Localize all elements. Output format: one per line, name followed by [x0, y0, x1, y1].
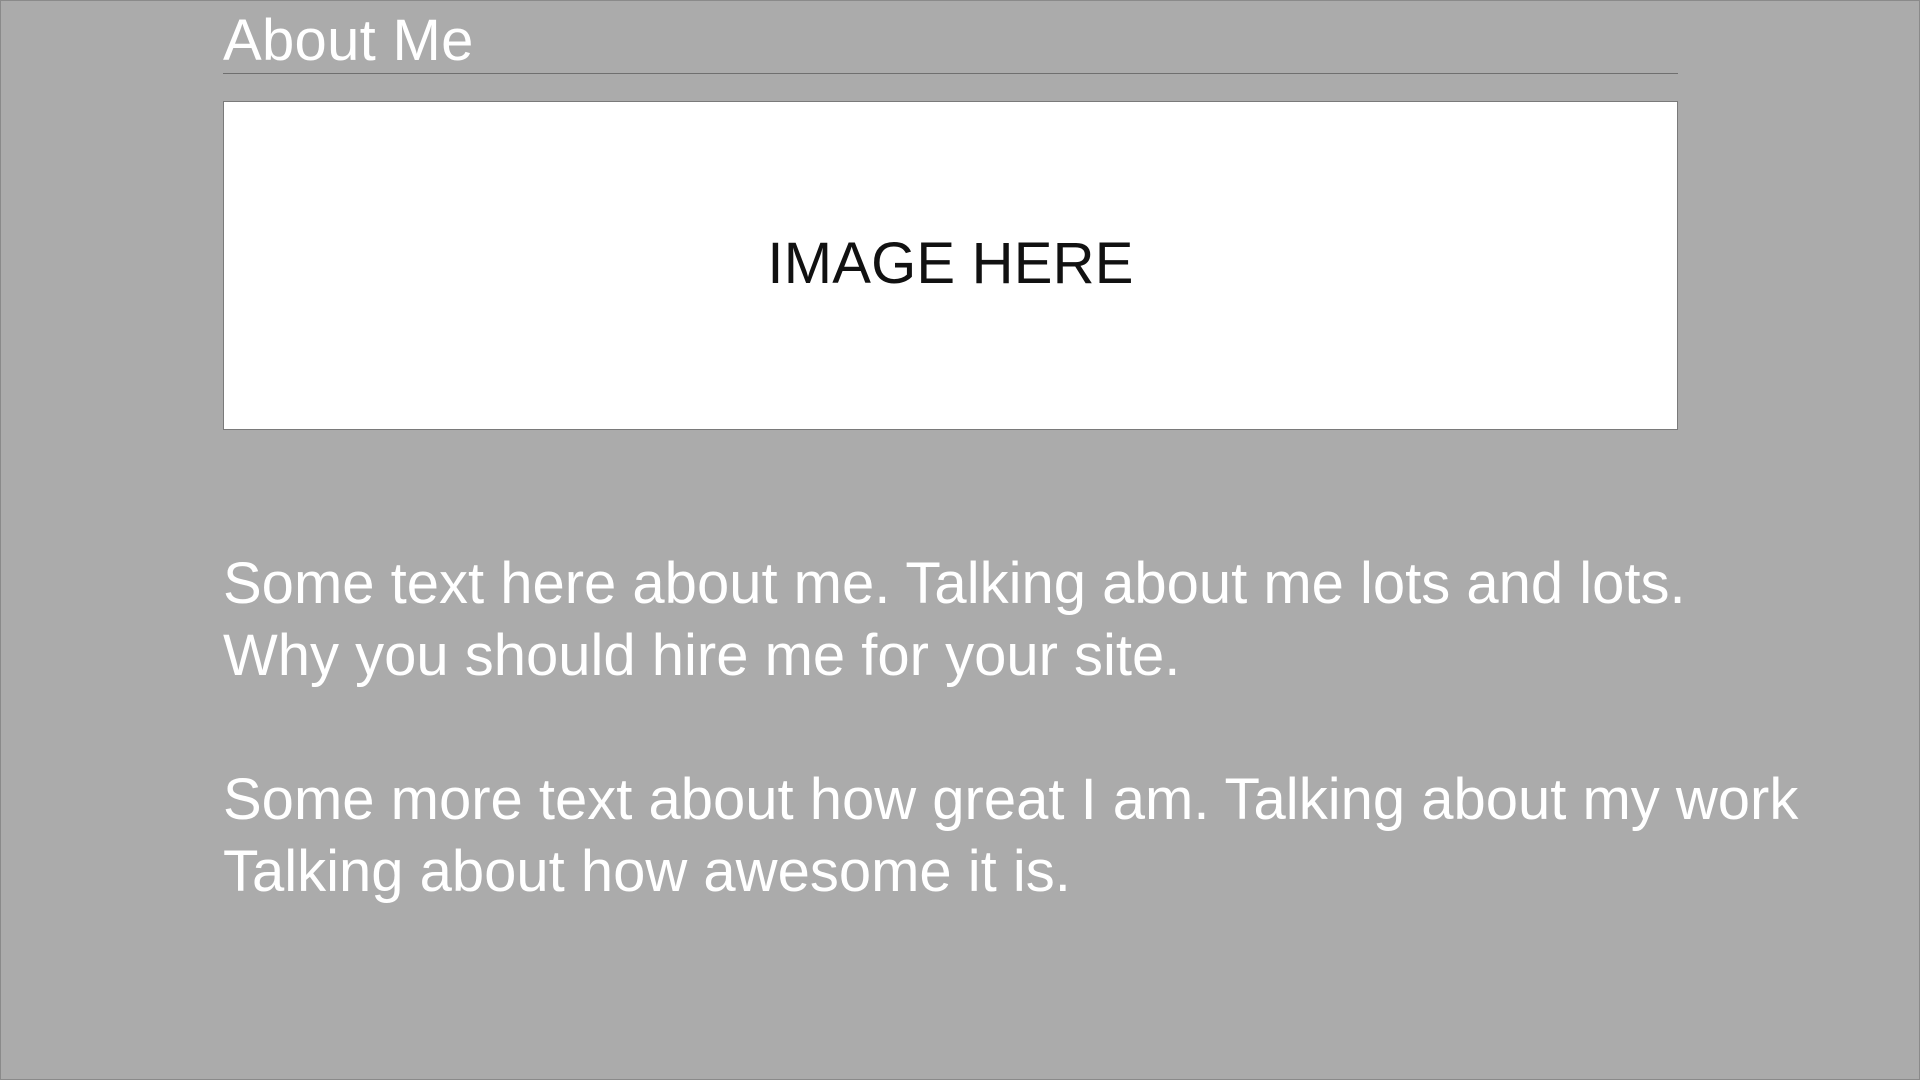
about-paragraph-1: Some text here about me. Talking about m…: [223, 548, 1913, 692]
title-divider: [223, 73, 1678, 74]
about-paragraph-2: Some more text about how great I am. Tal…: [223, 764, 1913, 908]
page-title: About Me: [223, 8, 474, 73]
about-body-text: Some text here about me. Talking about m…: [223, 548, 1913, 980]
paragraph-line: Some more text about how great I am. Tal…: [223, 767, 1799, 832]
about-me-section: About Me IMAGE HERE Some text here about…: [223, 0, 1798, 904]
image-placeholder-label: IMAGE HERE: [767, 231, 1134, 296]
paragraph-line: Why you should hire me for your site.: [223, 623, 1181, 688]
image-placeholder: IMAGE HERE: [223, 101, 1678, 430]
paragraph-line: Talking about how awesome it is.: [223, 839, 1071, 904]
paragraph-line: Some text here about me. Talking about m…: [223, 551, 1686, 616]
